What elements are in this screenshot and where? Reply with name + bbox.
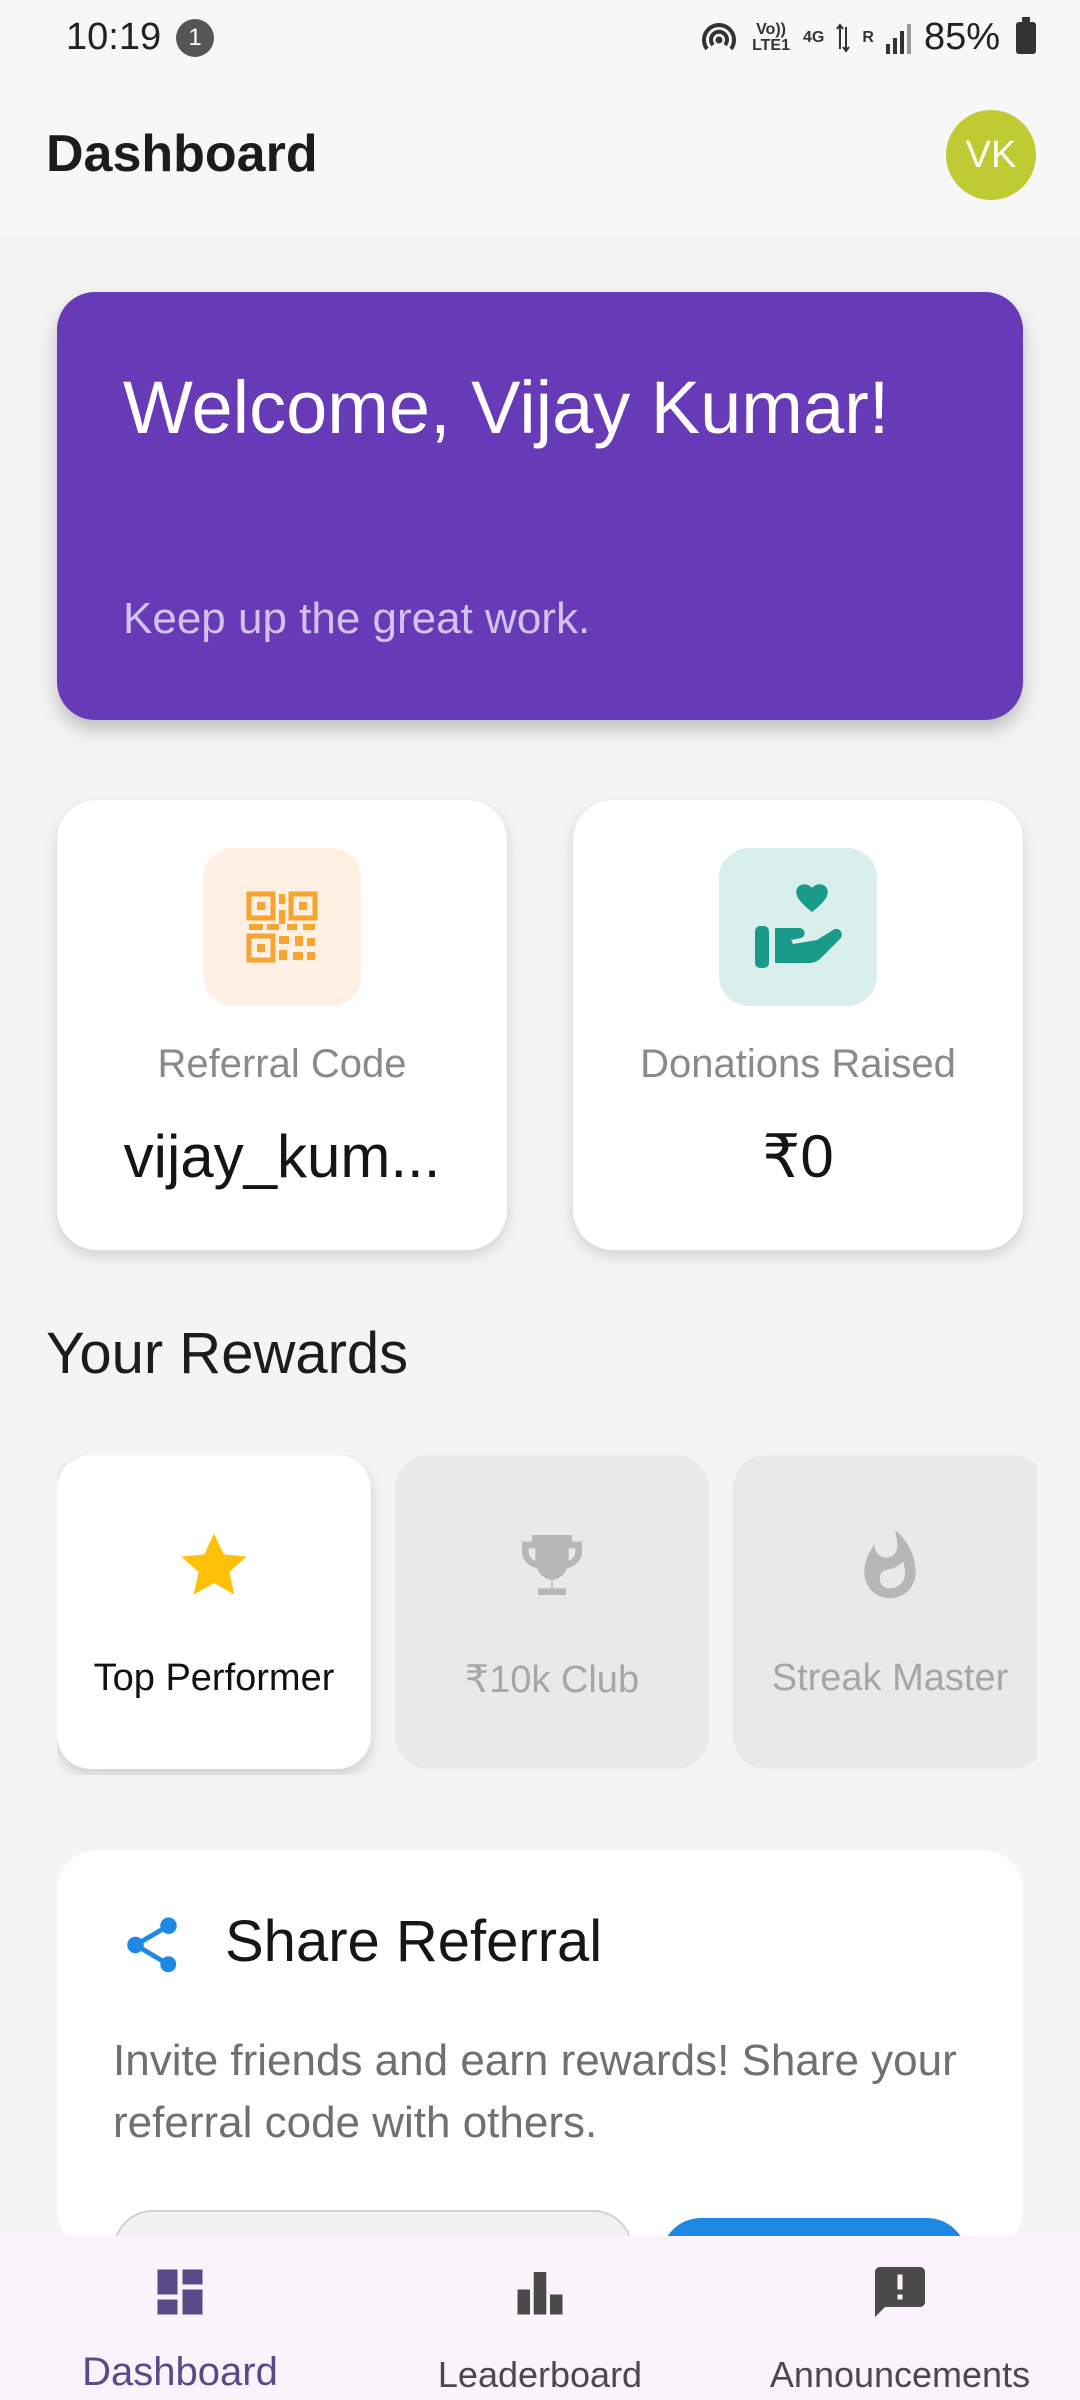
data-arrows-icon — [836, 22, 851, 53]
star-icon — [181, 1533, 247, 1595]
share-referral-title: Share Referral — [225, 1909, 603, 1974]
share-referral-card: Share Referral Invite friends and earn r… — [57, 1850, 1023, 2298]
page-title: Dashboard — [46, 125, 318, 183]
reward-top-performer[interactable]: Top Performer — [57, 1455, 371, 1769]
share-icon — [127, 1917, 177, 1973]
reward-10k-club[interactable]: ₹10k Club — [395, 1455, 709, 1769]
reward-label: ₹10k Club — [464, 1659, 640, 1701]
nav-announcements[interactable]: Announcements — [720, 2236, 1080, 2400]
roaming-indicator: R — [862, 28, 874, 46]
reward-label: Streak Master — [771, 1657, 1009, 1699]
referral-code-card[interactable]: Referral Code vijay_kum... — [57, 800, 507, 1250]
reward-streak-master[interactable]: Streak Master — [733, 1455, 1037, 1769]
battery-percent: 85% — [923, 16, 1000, 58]
rewards-carousel[interactable]: Top Performer ₹10k Club Streak Master — [57, 1455, 1037, 1775]
referral-code-label: Referral Code — [157, 1042, 407, 1086]
nav-label: Leaderboard — [437, 2354, 643, 2395]
bottom-navigation: Dashboard Leaderboard Announcements — [0, 2236, 1080, 2400]
app-bar: Dashboard VK — [0, 80, 1080, 234]
avatar[interactable]: VK — [946, 110, 1036, 200]
nav-dashboard[interactable]: Dashboard — [0, 2236, 360, 2400]
leaderboard-icon — [517, 2272, 563, 2315]
flame-icon — [864, 1530, 916, 1599]
dashboard-icon — [157, 2269, 203, 2315]
nav-label: Announcements — [769, 2354, 1031, 2395]
volte-indicator: Vo)) LTE1 — [752, 20, 790, 54]
hand-heart-icon-box — [719, 848, 877, 1006]
trophy-icon — [522, 1535, 582, 1595]
battery-icon — [1016, 16, 1036, 54]
welcome-card: Welcome, Vijay Kumar! Keep up the great … — [57, 292, 1023, 720]
donations-raised-card[interactable]: Donations Raised ₹0 — [573, 800, 1023, 1250]
share-referral-description: Invite friends and earn rewards! Share y… — [113, 2036, 957, 2147]
hotspot-icon — [702, 22, 737, 50]
rewards-section-title: Your Rewards — [46, 1321, 409, 1386]
qr-code-icon — [246, 891, 318, 963]
network-type-indicator: 4G — [803, 28, 825, 46]
notification-count-badge: 1 — [176, 19, 214, 57]
qr-code-icon-box — [203, 848, 361, 1006]
status-bar: 10:19 1 Vo)) LTE1 4G R 85% — [0, 0, 1080, 80]
announcement-icon — [875, 2267, 925, 2317]
hand-heart-icon — [755, 884, 842, 968]
reward-label: Top Performer — [93, 1657, 335, 1699]
referral-code-value: vijay_kum... — [123, 1123, 441, 1190]
welcome-subtitle: Keep up the great work. — [123, 594, 591, 643]
signal-icon — [885, 23, 911, 54]
nav-label: Dashboard — [82, 2350, 278, 2394]
welcome-title: Welcome, Vijay Kumar! — [123, 366, 890, 449]
status-indicators: Vo)) LTE1 4G R 85% — [699, 16, 1036, 59]
donations-raised-label: Donations Raised — [640, 1042, 956, 1086]
status-time: 10:19 — [66, 16, 162, 58]
donations-raised-value: ₹0 — [762, 1123, 834, 1190]
nav-leaderboard[interactable]: Leaderboard — [360, 2236, 720, 2400]
